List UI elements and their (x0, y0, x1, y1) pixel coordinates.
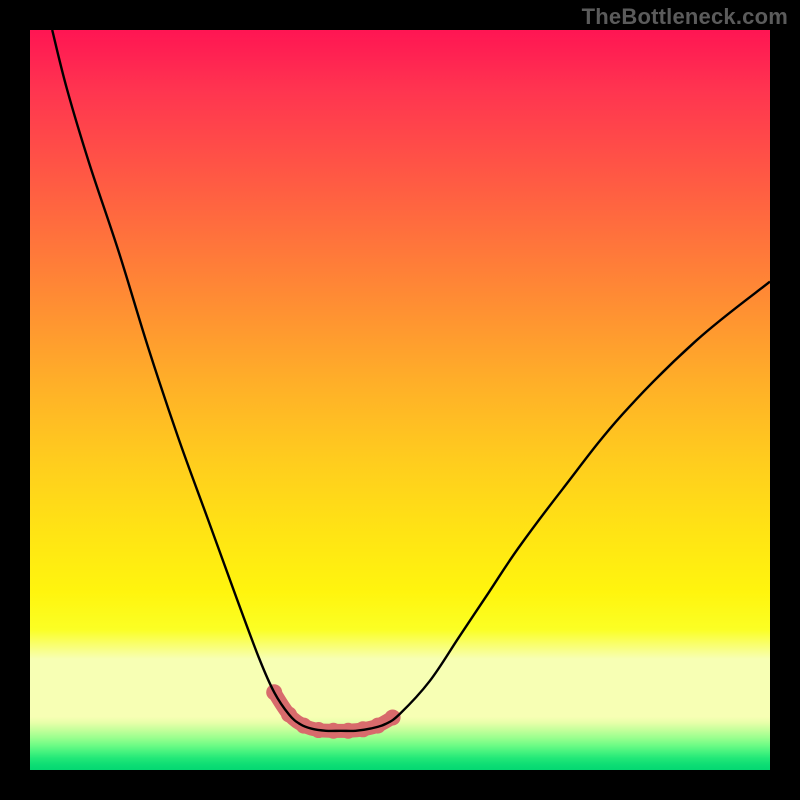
watermark-text: TheBottleneck.com (582, 4, 788, 30)
plot-area (30, 30, 770, 770)
chart-frame: TheBottleneck.com (0, 0, 800, 800)
bottleneck-chart-svg (30, 30, 770, 770)
main-curve (52, 30, 770, 731)
